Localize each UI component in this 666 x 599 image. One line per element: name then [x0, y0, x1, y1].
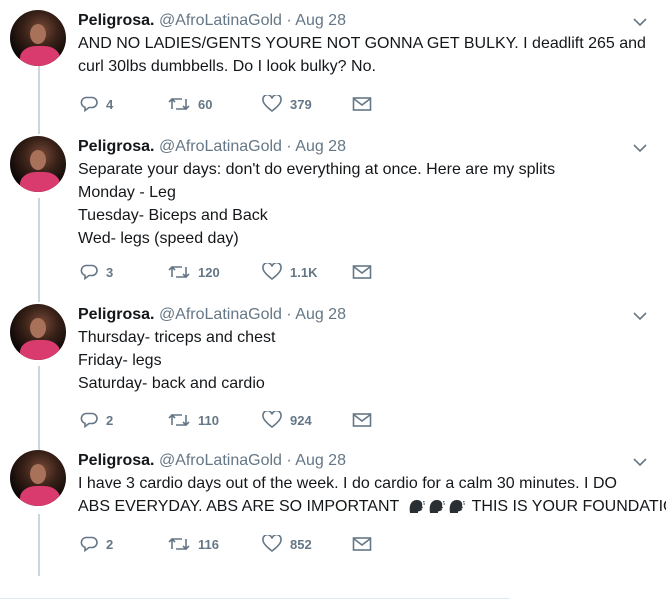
- tweet[interactable]: Peligrosa. @AfroLatinaGold · Aug 28 I ha…: [0, 450, 666, 560]
- reply-icon: [80, 412, 98, 429]
- like-button[interactable]: 924: [262, 410, 312, 430]
- retweet-count: 60: [198, 96, 213, 112]
- direct-message-button[interactable]: [352, 94, 380, 114]
- retweet-button[interactable]: 60: [168, 94, 212, 114]
- tweet-date[interactable]: Aug 28: [295, 306, 346, 323]
- tweet-text-line: Monday - Leg: [78, 184, 176, 201]
- heart-icon: [262, 535, 282, 553]
- retweet-button[interactable]: 110: [168, 410, 219, 430]
- avatar[interactable]: [10, 136, 66, 192]
- like-count: 924: [290, 412, 312, 428]
- avatar[interactable]: [10, 450, 66, 506]
- reply-button[interactable]: 2: [80, 534, 113, 554]
- tweet-text-line: Saturday- back and cardio: [78, 375, 265, 392]
- speaking-head-emoji: [407, 498, 471, 515]
- tweet-date[interactable]: Aug 28: [295, 452, 346, 469]
- direct-message-button[interactable]: [352, 410, 380, 430]
- retweet-button[interactable]: 120: [168, 262, 220, 282]
- tweet-header: Peligrosa. @AfroLatinaGold · Aug 28: [78, 136, 346, 158]
- direct-message-button[interactable]: [352, 534, 380, 554]
- retweet-icon: [168, 265, 190, 279]
- separator: ·: [286, 306, 292, 323]
- envelope-icon: [352, 97, 372, 111]
- retweet-icon: [168, 537, 190, 551]
- tweet-actions: 4 60 379: [80, 94, 400, 114]
- heart-icon: [262, 95, 282, 113]
- tweet[interactable]: Peligrosa. @AfroLatinaGold · Aug 28 Sepa…: [0, 136, 666, 286]
- heart-icon: [262, 411, 282, 429]
- like-button[interactable]: 852: [262, 534, 312, 554]
- user-handle[interactable]: @AfroLatinaGold: [159, 138, 282, 155]
- reply-count: 2: [106, 536, 114, 552]
- tweet[interactable]: Peligrosa. @AfroLatinaGold · Aug 28 AND …: [0, 10, 666, 120]
- tweet-header: Peligrosa. @AfroLatinaGold · Aug 28: [78, 304, 346, 326]
- like-count: 852: [290, 536, 312, 552]
- user-handle[interactable]: @AfroLatinaGold: [159, 306, 282, 323]
- reply-button[interactable]: 3: [80, 262, 113, 282]
- tweet-text: I have 3 cardio days out of the week. I …: [78, 472, 666, 518]
- tweet-text-segment: THIS IS YOUR FOUNDATION: [471, 498, 666, 515]
- avatar[interactable]: [10, 304, 66, 360]
- like-button[interactable]: 1.1K: [262, 262, 317, 282]
- tweet[interactable]: Peligrosa. @AfroLatinaGold · Aug 28 Thur…: [0, 304, 666, 434]
- display-name[interactable]: Peligrosa.: [78, 12, 154, 29]
- tweet-header: Peligrosa. @AfroLatinaGold · Aug 28: [78, 450, 346, 472]
- chevron-down-icon[interactable]: [632, 140, 648, 156]
- user-handle[interactable]: @AfroLatinaGold: [159, 452, 282, 469]
- tweet-text-line: Tuesday- Biceps and Back: [78, 207, 268, 224]
- tweet-text: AND NO LADIES/GENTS YOURE NOT GONNA GET …: [78, 32, 648, 78]
- retweet-button[interactable]: 116: [168, 534, 219, 554]
- retweet-count: 110: [198, 412, 219, 428]
- tweet-text-segment: ABS EVERYDAY. ABS ARE SO IMPORTANT: [78, 498, 400, 515]
- like-count: 1.1K: [290, 264, 318, 280]
- tweet-date[interactable]: Aug 28: [295, 138, 346, 155]
- like-count: 379: [290, 96, 312, 112]
- retweet-count: 120: [198, 264, 220, 280]
- retweet-icon: [168, 413, 190, 427]
- tweet-header: Peligrosa. @AfroLatinaGold · Aug 28: [78, 10, 346, 32]
- heart-icon: [262, 263, 282, 281]
- tweet-actions: 2 110 924: [80, 410, 400, 430]
- envelope-icon: [352, 413, 372, 427]
- separator: ·: [286, 12, 292, 29]
- separator: ·: [286, 452, 292, 469]
- envelope-icon: [352, 265, 372, 279]
- tweet-text-line: ABS EVERYDAY. ABS ARE SO IMPORTANT THIS …: [78, 495, 666, 518]
- tweet-text-line: AND NO LADIES/GENTS YOURE NOT GONNA GET …: [78, 35, 646, 52]
- retweet-count: 116: [198, 536, 219, 552]
- tweet-text-line: curl 30lbs dumbbells. Do I look bulky? N…: [78, 58, 376, 75]
- tweet-text-line: Separate your days: don't do everything …: [78, 161, 556, 178]
- tweet-text-line: I have 3 cardio days out of the week. I …: [78, 475, 617, 492]
- display-name[interactable]: Peligrosa.: [78, 452, 154, 469]
- reply-icon: [80, 264, 98, 281]
- envelope-icon: [352, 537, 372, 551]
- separator: ·: [286, 138, 292, 155]
- chevron-down-icon[interactable]: [632, 308, 648, 324]
- reply-icon: [80, 536, 98, 553]
- reply-count: 3: [106, 264, 114, 280]
- display-name[interactable]: Peligrosa.: [78, 306, 154, 323]
- chevron-down-icon[interactable]: [632, 454, 648, 470]
- reply-button[interactable]: 4: [80, 94, 113, 114]
- user-handle[interactable]: @AfroLatinaGold: [159, 12, 282, 29]
- reply-button[interactable]: 2: [80, 410, 113, 430]
- tweet-actions: 3 120 1.1K: [80, 262, 400, 282]
- avatar[interactable]: [10, 10, 66, 66]
- reply-count: 2: [106, 412, 114, 428]
- tweet-text-line: Friday- legs: [78, 352, 162, 369]
- direct-message-button[interactable]: [352, 262, 380, 282]
- retweet-icon: [168, 97, 190, 111]
- tweet-text: Separate your days: don't do everything …: [78, 158, 648, 250]
- reply-count: 4: [106, 96, 114, 112]
- tweet-date[interactable]: Aug 28: [295, 12, 346, 29]
- tweet-actions: 2 116 852: [80, 534, 400, 554]
- tweet-text: Thursday- triceps and chest Friday- legs…: [78, 326, 648, 395]
- chevron-down-icon[interactable]: [632, 14, 648, 30]
- tweet-text-line: Wed- legs (speed day): [78, 230, 239, 247]
- display-name[interactable]: Peligrosa.: [78, 138, 154, 155]
- tweet-text-line: Thursday- triceps and chest: [78, 329, 276, 346]
- reply-icon: [80, 96, 98, 113]
- like-button[interactable]: 379: [262, 94, 312, 114]
